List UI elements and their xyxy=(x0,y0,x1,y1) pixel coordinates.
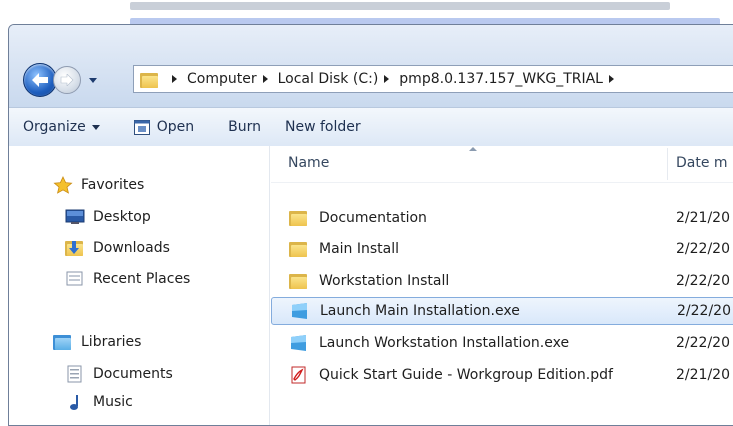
nav-desktop[interactable]: Desktop xyxy=(65,204,151,230)
file-name: Workstation Install xyxy=(319,273,450,289)
documents-icon xyxy=(67,365,82,383)
open-button[interactable]: Open xyxy=(124,108,204,146)
nav-favorites-label: Favorites xyxy=(81,177,145,193)
column-header-row: Name Date m xyxy=(271,146,733,183)
folder-icon xyxy=(140,71,158,88)
exe-app-icon xyxy=(292,303,307,319)
explorer-window: Computer Local Disk (C:) pmp8.0.137.157_… xyxy=(8,24,733,426)
downloads-folder-icon xyxy=(65,239,85,257)
sort-ascending-icon xyxy=(469,147,477,151)
libraries-folder-icon xyxy=(53,333,73,351)
open-label: Open xyxy=(156,119,195,135)
new-folder-label: New folder xyxy=(285,119,361,135)
file-name: Main Install xyxy=(319,241,400,257)
file-date: 2/22/20 xyxy=(676,335,730,351)
star-icon xyxy=(53,176,73,194)
nav-music[interactable]: Music xyxy=(65,389,133,415)
nav-recent-places[interactable]: Recent Places xyxy=(65,266,190,292)
arrow-left-icon xyxy=(32,73,48,87)
burn-label: Burn xyxy=(228,119,262,135)
folder-icon xyxy=(289,240,309,258)
breadcrumb-local-disk[interactable]: Local Disk (C:) xyxy=(278,71,379,87)
file-row[interactable]: Quick Start Guide - Workgroup Edition.pd… xyxy=(271,361,733,389)
exe-app-icon xyxy=(291,335,306,351)
breadcrumb-separator-icon[interactable] xyxy=(262,75,268,83)
folder-icon xyxy=(289,209,309,227)
file-row[interactable]: Workstation Install 2/22/20 xyxy=(271,267,733,295)
nav-documents[interactable]: Documents xyxy=(65,361,173,387)
nav-recent-places-label: Recent Places xyxy=(93,271,191,287)
breadcrumb-separator-icon[interactable] xyxy=(608,75,614,83)
folder-icon xyxy=(289,272,309,290)
breadcrumb-separator-icon[interactable] xyxy=(172,75,177,83)
back-button[interactable] xyxy=(23,63,57,97)
breadcrumb-separator-icon[interactable] xyxy=(384,75,390,83)
pdf-icon xyxy=(291,366,306,384)
burn-button[interactable]: Burn xyxy=(218,108,271,146)
address-bar[interactable]: Computer Local Disk (C:) pmp8.0.137.157_… xyxy=(133,65,733,93)
breadcrumb-trial-folder[interactable]: pmp8.0.137.157_WKG_TRIAL xyxy=(399,71,603,87)
file-date: 2/21/20 xyxy=(676,210,730,226)
nav-documents-label: Documents xyxy=(93,366,173,382)
file-row-selected[interactable]: Launch Main Installation.exe 2/22/20 xyxy=(271,297,733,325)
file-row[interactable]: Documentation 2/21/20 xyxy=(271,204,733,232)
file-name: Launch Workstation Installation.exe xyxy=(319,335,570,351)
music-icon xyxy=(70,395,78,410)
nav-libraries[interactable]: Libraries xyxy=(53,329,141,355)
arrow-right-icon xyxy=(60,74,74,86)
breadcrumb-computer[interactable]: Computer xyxy=(187,71,257,87)
nav-downloads[interactable]: Downloads xyxy=(65,235,170,261)
file-name: Launch Main Installation.exe xyxy=(320,303,520,319)
column-header-name[interactable]: Name xyxy=(288,155,329,171)
command-bar: Organize Open Burn New folder xyxy=(9,107,733,147)
file-date: 2/22/20 xyxy=(676,273,730,289)
background-text-line xyxy=(130,2,670,10)
nav-libraries-label: Libraries xyxy=(81,334,142,350)
file-name: Quick Start Guide - Workgroup Edition.pd… xyxy=(319,367,613,383)
file-date: 2/22/20 xyxy=(677,303,731,319)
organize-button[interactable]: Organize xyxy=(9,108,110,146)
file-row[interactable]: Launch Workstation Installation.exe 2/22… xyxy=(271,329,733,357)
recent-pages-dropdown-icon[interactable] xyxy=(88,75,98,85)
new-folder-button[interactable]: New folder xyxy=(275,108,371,146)
column-header-date[interactable]: Date m xyxy=(676,155,728,171)
open-window-icon xyxy=(133,119,150,135)
nav-favorites[interactable]: Favorites xyxy=(53,172,144,198)
file-row[interactable]: Main Install 2/22/20 xyxy=(271,235,733,263)
file-date: 2/21/20 xyxy=(676,367,730,383)
content-area: Favorites Desktop Downloads Recent Place… xyxy=(9,146,733,425)
file-list: Name Date m Documentation 2/21/20 Main I… xyxy=(271,146,733,425)
file-name: Documentation xyxy=(319,210,427,226)
recent-places-icon xyxy=(66,271,83,286)
desktop-icon xyxy=(65,209,85,224)
column-divider[interactable] xyxy=(667,148,668,180)
nav-music-label: Music xyxy=(93,394,133,410)
nav-downloads-label: Downloads xyxy=(93,240,170,256)
file-date: 2/22/20 xyxy=(676,241,730,257)
nav-desktop-label: Desktop xyxy=(93,209,151,225)
navigation-pane: Favorites Desktop Downloads Recent Place… xyxy=(9,146,270,425)
organize-label: Organize xyxy=(23,119,86,135)
forward-button[interactable] xyxy=(53,66,81,94)
chevron-down-icon xyxy=(91,124,100,130)
